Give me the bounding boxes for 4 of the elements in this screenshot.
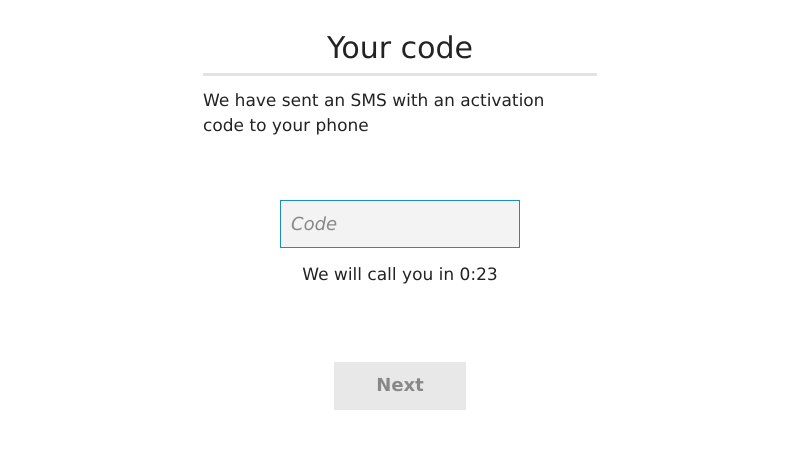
page-title: Your code [326, 30, 474, 68]
description-text: We have sent an SMS with an activation code to your phone [203, 90, 546, 138]
callback-notice: We will call you in 0:23 [302, 264, 498, 287]
code-field[interactable]: Code [280, 200, 520, 248]
